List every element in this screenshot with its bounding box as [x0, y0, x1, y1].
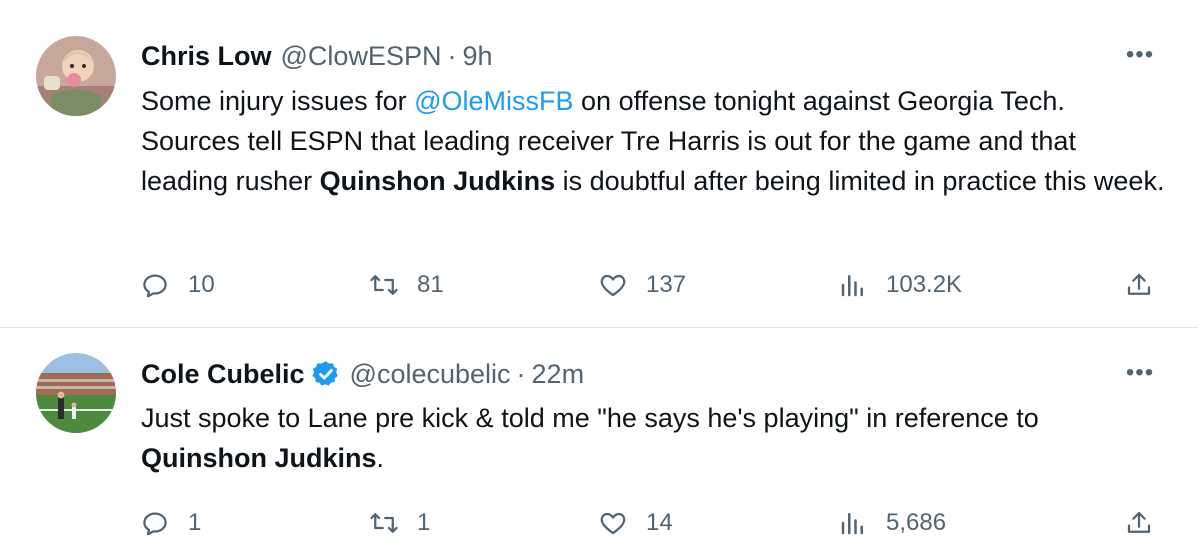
share-button[interactable] — [1124, 503, 1154, 543]
tweet-text: Some injury issues for @OleMissFB on off… — [141, 81, 1170, 201]
reply-button[interactable]: 1 — [140, 503, 201, 543]
heart-icon — [600, 512, 626, 535]
views-icon — [841, 275, 863, 297]
views-icon — [841, 513, 863, 535]
separator-dot: · — [516, 358, 526, 389]
avatar[interactable] — [36, 36, 116, 116]
heart-icon — [600, 274, 626, 297]
views-button[interactable]: 103.2K — [838, 265, 962, 305]
reply-button[interactable]: 10 — [140, 265, 215, 305]
action-bar: 10 81 137 103.2K — [0, 265, 1198, 305]
tweet-text: Just spoke to Lane pre kick & told me "h… — [141, 398, 1170, 478]
separator-dot: · — [447, 40, 457, 71]
retweet-count: 1 — [417, 509, 431, 536]
avatar-photo — [36, 353, 116, 433]
timestamp[interactable]: 9h — [462, 41, 492, 72]
retweet-icon — [370, 513, 398, 533]
tweet-header: Chris Low @ClowESPN · 9h ••• — [141, 38, 1158, 74]
avatar-photo — [36, 36, 116, 116]
view-count: 103.2K — [886, 271, 963, 298]
tweet-header: Cole Cubelic @colecubelic · 22m ••• — [141, 356, 1158, 392]
share-icon — [1127, 511, 1151, 533]
reply-count: 10 — [188, 271, 215, 298]
verified-badge-icon — [312, 361, 338, 386]
share-button[interactable] — [1124, 265, 1154, 305]
tweet[interactable]: Cole Cubelic @colecubelic · 22m ••• Just… — [0, 328, 1198, 552]
more-icon[interactable]: ••• — [1122, 358, 1158, 388]
more-icon[interactable]: ••• — [1122, 40, 1158, 70]
action-bar: 1 1 14 5,686 — [0, 503, 1198, 543]
user-handle[interactable]: @ClowESPN — [281, 41, 442, 72]
like-count: 14 — [646, 509, 673, 536]
retweet-icon — [370, 275, 398, 295]
retweet-button[interactable]: 1 — [369, 503, 430, 543]
retweet-button[interactable]: 81 — [369, 265, 444, 305]
avatar[interactable] — [36, 353, 116, 433]
bold-text: Quinshon Judkins — [141, 443, 377, 473]
share-icon — [1127, 273, 1151, 295]
tweet-text-part: . — [376, 443, 385, 473]
tweet-text-part: is doubtful after being limited in pract… — [555, 166, 1165, 196]
like-button[interactable]: 14 — [598, 503, 673, 543]
like-button[interactable]: 137 — [598, 265, 686, 305]
tweet-text-part: Just spoke to Lane pre kick & told me "h… — [141, 403, 1039, 433]
display-name[interactable]: Chris Low — [141, 41, 272, 72]
display-name[interactable]: Cole Cubelic — [141, 359, 305, 390]
tweet[interactable]: Chris Low @ClowESPN · 9h ••• Some injury… — [0, 0, 1198, 328]
reply-icon — [143, 512, 167, 536]
views-button[interactable]: 5,686 — [838, 503, 946, 543]
reply-count: 1 — [188, 509, 202, 536]
view-count: 5,686 — [886, 509, 947, 536]
bold-text: Quinshon Judkins — [319, 166, 556, 196]
tweet-text-part: Some injury issues for — [141, 86, 415, 116]
retweet-count: 81 — [417, 271, 444, 298]
like-count: 137 — [646, 271, 687, 298]
mention-link[interactable]: @OleMissFB — [414, 86, 573, 116]
user-handle[interactable]: @colecubelic — [350, 359, 511, 390]
timestamp[interactable]: 22m — [532, 359, 585, 390]
reply-icon — [143, 274, 167, 298]
